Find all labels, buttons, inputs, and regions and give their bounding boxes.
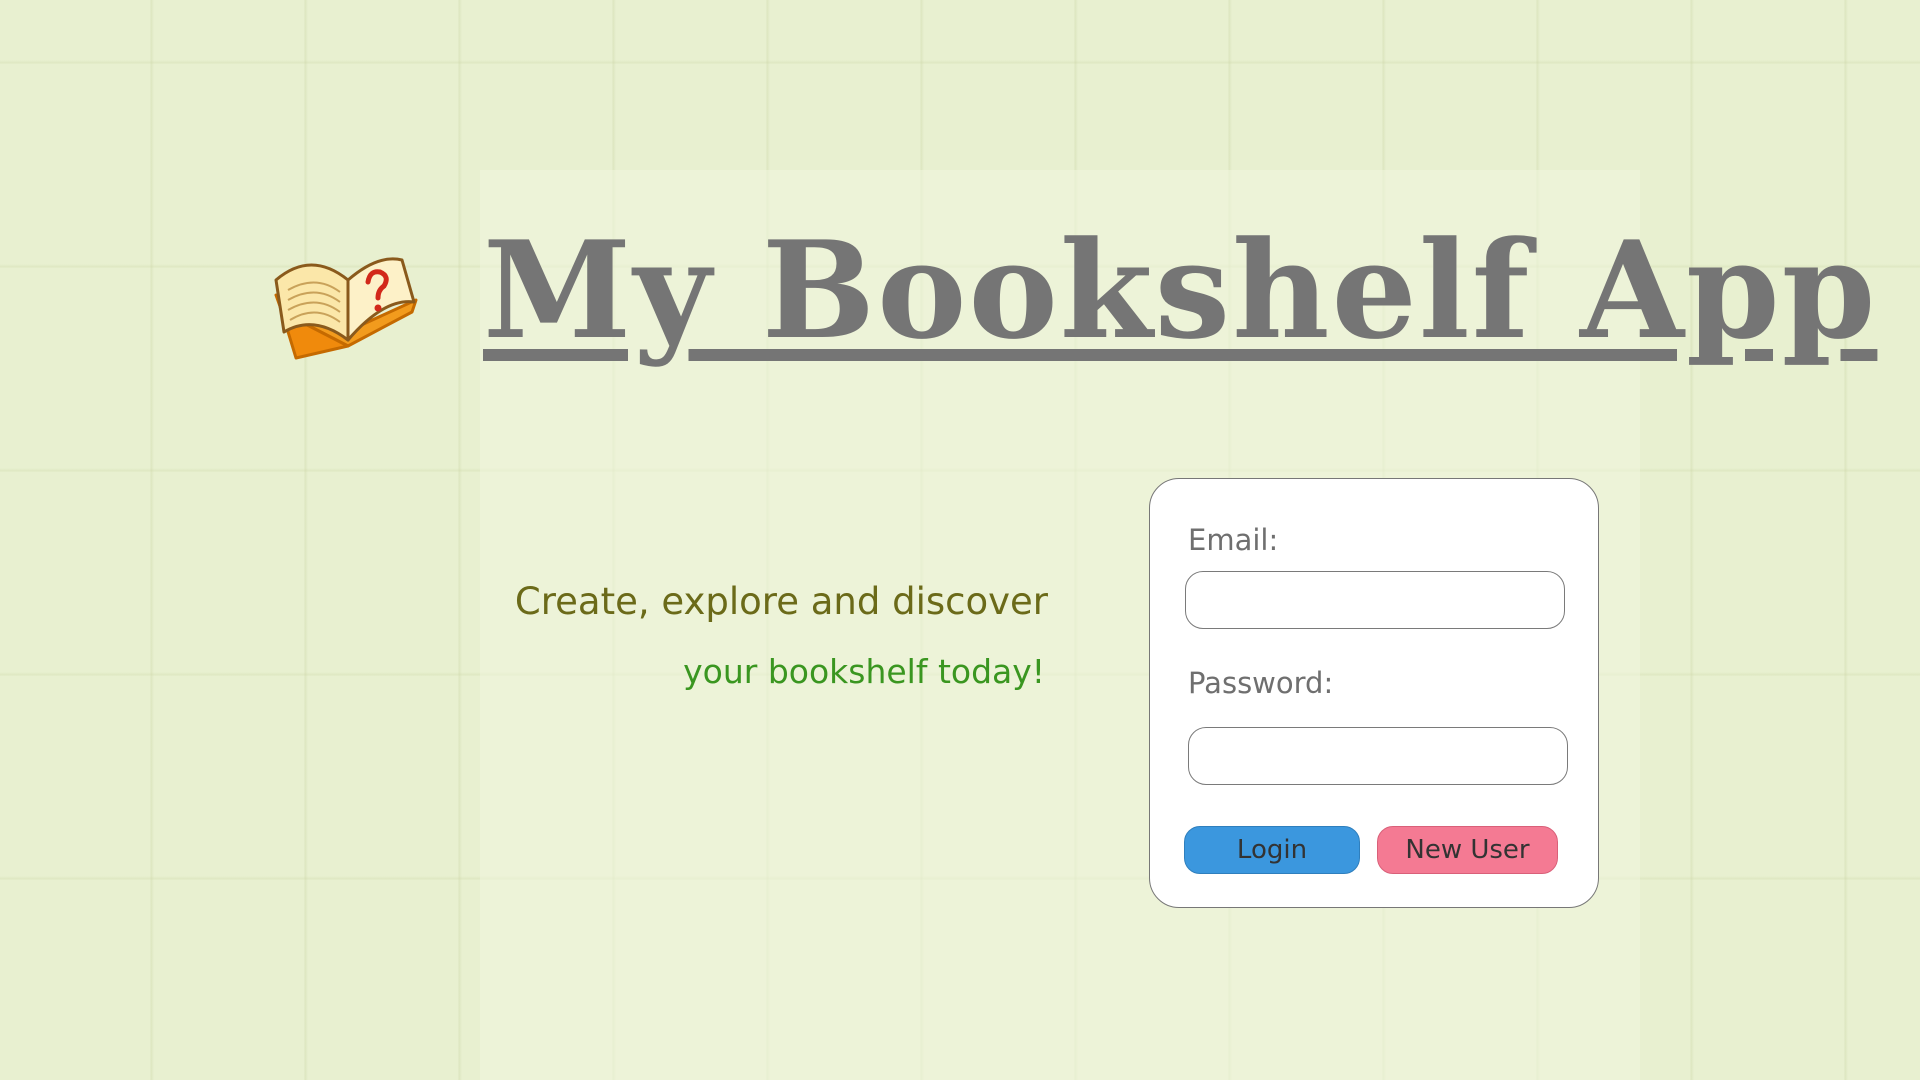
login-button[interactable]: Login xyxy=(1184,826,1360,874)
app-title: My Bookshelf App xyxy=(483,211,1878,369)
tagline-primary: Create, explore and discover xyxy=(514,580,1048,623)
password-label: Password: xyxy=(1188,666,1334,700)
password-input[interactable] xyxy=(1188,727,1568,785)
login-page: My Bookshelf App Create, explore and dis… xyxy=(0,0,1920,1080)
tagline-secondary: your bookshelf today! xyxy=(683,652,1045,691)
login-button-label: Login xyxy=(1236,835,1308,865)
new-user-button[interactable]: New User xyxy=(1377,826,1558,874)
open-book-icon xyxy=(274,257,418,360)
email-input[interactable] xyxy=(1185,571,1565,629)
login-card: Email: Password: Login New User xyxy=(1149,478,1599,908)
email-label: Email: xyxy=(1188,523,1279,557)
new-user-button-label: New User xyxy=(1405,835,1530,865)
